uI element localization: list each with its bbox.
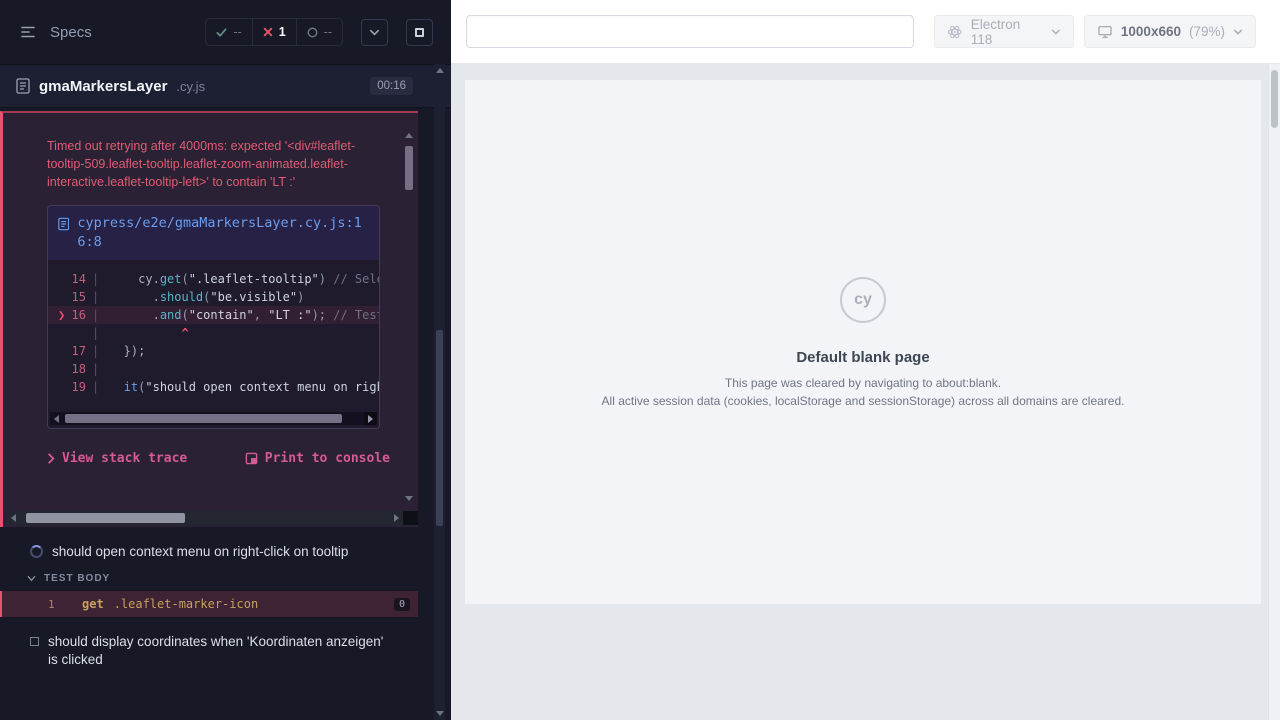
scroll-right-icon bbox=[394, 514, 399, 522]
stage-scrollbar-thumb[interactable] bbox=[1271, 70, 1278, 128]
view-stack-trace-button[interactable]: View stack trace bbox=[47, 451, 187, 466]
stage: Electron 118 1000x660 (79%) cy Default b… bbox=[451, 0, 1280, 720]
chevron-down-icon bbox=[27, 574, 36, 583]
code-line: 14| cy.get(".leaflet-tooltip") // Sele bbox=[48, 270, 379, 288]
blank-page-title: Default blank page bbox=[796, 349, 929, 366]
scroll-left-icon bbox=[11, 514, 16, 522]
code-line: 18| bbox=[48, 360, 379, 378]
code-line: 19| it("should open context menu on righ bbox=[48, 378, 379, 396]
chevron-down-icon bbox=[1051, 27, 1061, 37]
error-hscrollbar-thumb[interactable] bbox=[26, 513, 185, 523]
code-lines: 14| cy.get(".leaflet-tooltip") // Sele15… bbox=[48, 270, 379, 396]
code-frame-body: 14| cy.get(".leaflet-tooltip") // Sele15… bbox=[48, 260, 379, 428]
error-scrollbar-thumb[interactable] bbox=[405, 146, 413, 190]
chevron-right-icon bbox=[47, 453, 55, 464]
scroll-down-icon bbox=[405, 496, 413, 501]
scroll-up-icon bbox=[405, 133, 413, 138]
spec-file-icon bbox=[16, 78, 30, 94]
chevron-down-icon bbox=[369, 27, 380, 38]
test-item-active[interactable]: should open context menu on right-click … bbox=[0, 543, 451, 561]
code-scrollbar-thumb[interactable] bbox=[65, 414, 342, 423]
app-root: Specs -- 1 -- bbox=[0, 0, 1280, 720]
spec-duration-badge: 00:16 bbox=[370, 77, 413, 95]
stat-failed[interactable]: 1 bbox=[252, 19, 296, 45]
chevron-down-icon bbox=[1233, 27, 1243, 37]
test-stats: -- 1 -- bbox=[205, 18, 343, 46]
stat-passed[interactable]: -- bbox=[206, 19, 251, 45]
print-console-icon bbox=[245, 452, 258, 465]
browser-label: Electron 118 bbox=[971, 17, 1043, 47]
test-item-pending[interactable]: should display coordinates when 'Koordin… bbox=[0, 633, 451, 669]
code-line: ❯16| .and("contain", "LT :"); // Test bbox=[48, 306, 379, 324]
failed-count: 1 bbox=[279, 25, 286, 39]
stage-header: Electron 118 1000x660 (79%) bbox=[451, 0, 1280, 64]
browser-selector[interactable]: Electron 118 bbox=[934, 15, 1074, 48]
command-number: 1 bbox=[48, 598, 82, 611]
error-message: Timed out retrying after 4000ms: expecte… bbox=[47, 137, 384, 191]
error-vertical-scrollbar[interactable] bbox=[404, 133, 413, 501]
stop-icon bbox=[415, 28, 424, 37]
collapse-all-button[interactable] bbox=[361, 19, 388, 46]
command-count-badge: 0 bbox=[394, 598, 410, 611]
scrollbar-corner bbox=[403, 511, 418, 525]
reporter-scrollbar-thumb[interactable] bbox=[436, 330, 443, 526]
viewport-size: 1000x660 bbox=[1121, 24, 1181, 39]
passed-count: -- bbox=[233, 25, 241, 39]
scroll-up-icon bbox=[436, 68, 444, 73]
command-message: .leaflet-marker-icon bbox=[114, 597, 259, 611]
scroll-right-icon bbox=[368, 415, 373, 423]
command-method: get bbox=[82, 597, 104, 611]
specs-menu-button[interactable] bbox=[16, 20, 40, 44]
code-line: 17| }); bbox=[48, 342, 379, 360]
spec-header: gmaMarkersLayer .cy.js 00:16 bbox=[0, 64, 451, 108]
check-icon bbox=[216, 27, 227, 38]
x-icon bbox=[263, 27, 273, 37]
command-log-row[interactable]: 1 get .leaflet-marker-icon 0 bbox=[0, 591, 418, 617]
code-line: 15| .should("be.visible") bbox=[48, 288, 379, 306]
section-label: TEST BODY bbox=[44, 573, 110, 584]
test-pending-icon bbox=[30, 637, 39, 646]
test-running-spinner-icon bbox=[30, 545, 43, 558]
test-error-panel: Timed out retrying after 4000ms: expecte… bbox=[0, 111, 418, 527]
spec-name[interactable]: gmaMarkersLayer bbox=[39, 78, 167, 95]
reporter-vertical-scrollbar[interactable] bbox=[434, 64, 445, 720]
error-actions: View stack trace Print to console bbox=[47, 451, 390, 466]
viewport-scale: (79%) bbox=[1189, 24, 1225, 39]
cypress-logo: cy bbox=[840, 277, 886, 323]
code-frame: cypress/e2e/gmaMarkersLayer.cy.js:16:8 1… bbox=[47, 205, 380, 429]
stat-pending[interactable]: -- bbox=[296, 19, 342, 45]
error-file-link[interactable]: cypress/e2e/gmaMarkersLayer.cy.js:16:8 bbox=[77, 214, 369, 252]
error-horizontal-scrollbar[interactable] bbox=[7, 511, 418, 525]
file-icon bbox=[58, 217, 69, 231]
stop-run-button[interactable] bbox=[406, 19, 433, 46]
code-frame-header: cypress/e2e/gmaMarkersLayer.cy.js:16:8 bbox=[48, 206, 379, 260]
test-title: should open context menu on right-click … bbox=[52, 543, 348, 561]
specs-list-icon bbox=[19, 23, 37, 41]
spec-extension: .cy.js bbox=[176, 79, 205, 94]
blank-page-line1: This page was cleared by navigating to a… bbox=[725, 376, 1001, 390]
aut-iframe: cy Default blank page This page was clea… bbox=[465, 80, 1261, 604]
blank-page-line2: All active session data (cookies, localS… bbox=[602, 394, 1125, 408]
url-input[interactable] bbox=[466, 15, 914, 48]
pending-circle-icon bbox=[307, 27, 318, 38]
stage-vertical-scrollbar[interactable] bbox=[1268, 64, 1280, 720]
reporter-sidebar: Specs -- 1 -- bbox=[0, 0, 451, 720]
scroll-down-icon bbox=[436, 711, 444, 716]
electron-browser-icon bbox=[947, 24, 963, 40]
reporter-header: Specs -- 1 -- bbox=[0, 0, 451, 64]
specs-title: Specs bbox=[50, 24, 92, 41]
print-to-console-button[interactable]: Print to console bbox=[245, 451, 390, 466]
code-horizontal-scrollbar[interactable] bbox=[50, 412, 377, 425]
pending-count: -- bbox=[324, 25, 332, 39]
viewport-monitor-icon bbox=[1097, 24, 1113, 40]
stage-body: cy Default blank page This page was clea… bbox=[451, 64, 1280, 720]
test-title: should display coordinates when 'Koordin… bbox=[48, 633, 393, 669]
test-body-section-header[interactable]: TEST BODY bbox=[0, 573, 451, 584]
code-line: | ^ bbox=[48, 324, 379, 342]
viewport-selector[interactable]: 1000x660 (79%) bbox=[1084, 15, 1256, 48]
scroll-left-icon bbox=[54, 415, 59, 423]
